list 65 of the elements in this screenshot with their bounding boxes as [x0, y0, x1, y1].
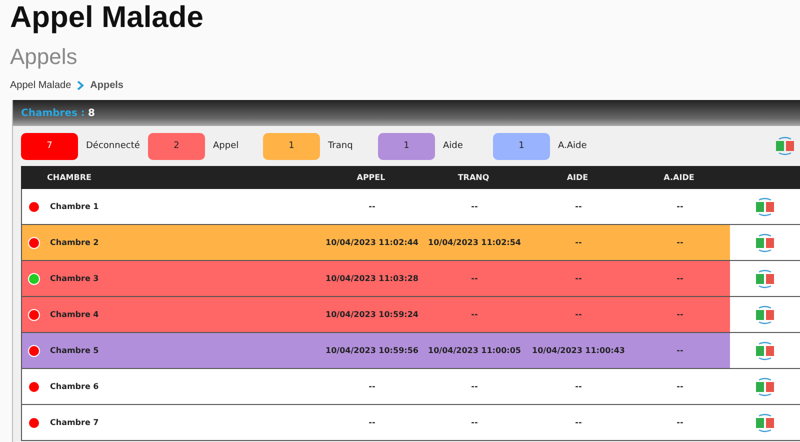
table-cell-text: --: [574, 382, 583, 391]
table-cell-text: --: [676, 310, 684, 319]
table-cell-text: 10/04/2023 11:02:44: [324, 238, 420, 247]
table-cell-text: --: [574, 238, 583, 247]
table-cell-text: 10/04/2023 11:00:43: [531, 346, 626, 355]
room-name: Chambre 6: [50, 382, 99, 391]
table-cell-text: 10/04/2023 10:59:24: [324, 310, 420, 319]
room-count: 8: [88, 108, 95, 118]
breadcrumb-link[interactable]: Appels: [90, 80, 124, 90]
legend-label: Aide: [443, 141, 463, 151]
table-cell-text: --: [676, 382, 684, 391]
table-cell-text: --: [676, 418, 684, 427]
table-cell-text: --: [368, 418, 376, 427]
swap-icon[interactable]: [754, 304, 776, 324]
table-cell-text: --: [470, 202, 479, 211]
legend-count: 2: [148, 132, 205, 160]
legend-label: A.Aide: [558, 141, 587, 151]
table-cell-text: --: [676, 202, 684, 211]
column-header: TRANQ: [456, 173, 490, 182]
table-cell-text: 10/04/2023 10:59:56: [324, 346, 420, 355]
legend-count: 1: [493, 132, 550, 160]
swap-icon[interactable]: [774, 136, 796, 156]
chevron-icon: [77, 80, 84, 90]
swap-icon[interactable]: [754, 376, 776, 396]
page-subtitle: Appels: [9, 44, 78, 70]
legend-count: 7: [21, 132, 78, 160]
column-header: AIDE: [566, 173, 590, 182]
table-cell-text: --: [368, 382, 376, 391]
column-header: APPEL: [356, 173, 386, 182]
panel-label: Chambres :: [21, 108, 85, 118]
room-name: Chambre 7: [50, 418, 99, 427]
legend-label: Tranq: [328, 141, 353, 151]
legend-count: 1: [378, 132, 435, 160]
table-cell-text: --: [368, 202, 376, 211]
table-cell-text: 10/04/2023 11:03:28: [324, 274, 420, 283]
table-cell-text: --: [676, 274, 684, 283]
legend-count: 1: [263, 132, 320, 160]
table-cell-text: --: [574, 310, 583, 319]
table-cell-text: 10/04/2023 11:00:05: [427, 346, 522, 355]
table-cell-text: --: [676, 346, 684, 355]
breadcrumb-link[interactable]: Appel Malade: [10, 80, 72, 90]
page-title: Appel Malade: [9, 0, 204, 36]
table-cell-text: --: [470, 382, 479, 391]
column-header: CHAMBRE: [46, 173, 92, 182]
swap-icon[interactable]: [754, 340, 776, 360]
table-cell-text: --: [574, 418, 583, 427]
room-name: Chambre 1: [50, 202, 99, 211]
legend-label: Déconnecté: [86, 141, 140, 151]
room-name: Chambre 2: [50, 238, 99, 247]
swap-icon[interactable]: [754, 412, 776, 432]
table-cell-text: 10/04/2023 11:02:54: [427, 238, 522, 247]
column-header: A.AIDE: [662, 173, 696, 182]
swap-icon[interactable]: [754, 268, 776, 288]
room-name: Chambre 5: [50, 346, 99, 355]
table-cell-text: --: [574, 274, 583, 283]
table-cell-text: --: [470, 418, 479, 427]
table-cell-text: --: [574, 202, 583, 211]
table-cell-text: --: [676, 238, 684, 247]
swap-icon[interactable]: [754, 232, 776, 252]
room-name: Chambre 3: [50, 274, 99, 283]
room-name: Chambre 4: [50, 310, 99, 319]
table-cell-text: --: [470, 274, 479, 283]
swap-icon[interactable]: [754, 196, 776, 216]
table-cell-text: --: [470, 310, 479, 319]
legend-label: Appel: [213, 141, 239, 151]
